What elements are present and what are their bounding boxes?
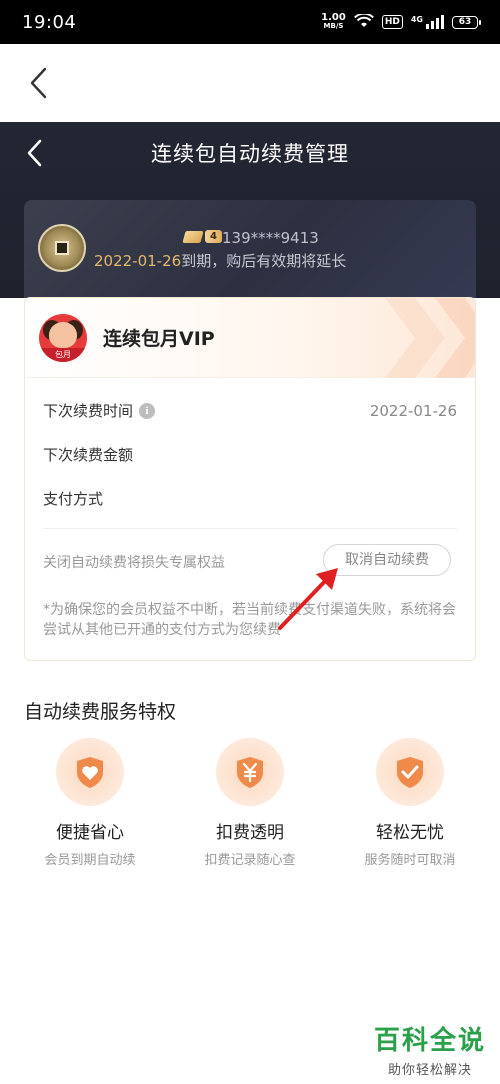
status-indicators: 1.00 MB/S HD 4G 63 [321,12,481,31]
privileges-list: 便捷省心 会员到期自动续 扣费透明 扣费记录随心查 轻松无忧 服务随时可取消 [0,738,500,868]
privilege-item: 轻松无忧 服务随时可取消 [335,738,485,868]
product-name: 连续包月VIP [103,328,215,350]
vip-level-badge: 4 [182,230,222,243]
cancel-auto-renew-button[interactable]: 取消自动续费 [323,544,451,576]
subscription-card: 包月 连续包月VIP 下次续费时间 i 2022-01-26 下次续费金额 支付… [24,297,476,661]
product-header: 包月 连续包月VIP [25,298,475,378]
expire-info: 2022-01-26到期，购后有效期将延长 [94,250,346,271]
status-time: 19:04 [22,11,77,33]
loss-warning: 关闭自动续费将损失专属权益 [43,555,225,571]
outer-nav-bar [0,44,500,122]
expire-date: 2022-01-26 [94,252,182,270]
page-title: 连续包自动续费管理 [151,142,349,166]
next-renewal-date: 2022-01-26 [369,401,457,420]
wifi-icon [353,12,374,31]
payment-method-row: 支付方式 [43,490,104,508]
back-arrow-icon[interactable] [24,66,54,100]
coin-icon [55,241,69,255]
net-speed: 1.00 MB/S [321,12,346,31]
decoration-pattern [385,298,475,378]
signal-icon: 4G [411,15,444,29]
renewal-note: *为确保您的会员权益不中断，若当前续费支付渠道失败，系统将会尝试从其他已开通的支… [43,602,456,638]
user-card: 4 139****9413 2022-01-26到期，购后有效期将延长 [24,200,476,298]
next-renewal-amount-row: 下次续费金额 [43,446,134,464]
battery-icon: 63 [452,15,481,29]
yen-shield-icon [216,738,284,806]
info-icon[interactable]: i [139,402,156,419]
heart-shield-icon [56,738,124,806]
diamond-icon [182,230,204,243]
phone-number: 139****9413 [222,229,319,247]
next-renewal-time-row: 下次续费时间 i 2022-01-26 [43,401,457,421]
privilege-item: 扣费透明 扣费记录随心查 [175,738,325,868]
product-logo: 包月 [39,314,87,362]
watermark-logo: 百科全说 助你轻松解决 [373,1026,486,1078]
privilege-item: 便捷省心 会员到期自动续 [15,738,165,868]
privileges-title: 自动续费服务特权 [24,701,177,723]
hd-badge: HD [381,15,403,29]
divider [43,528,457,529]
status-bar: 19:04 1.00 MB/S HD 4G 63 [0,0,500,44]
avatar [38,224,86,272]
expire-text: 到期，购后有效期将延长 [181,252,347,270]
check-shield-icon [376,738,444,806]
